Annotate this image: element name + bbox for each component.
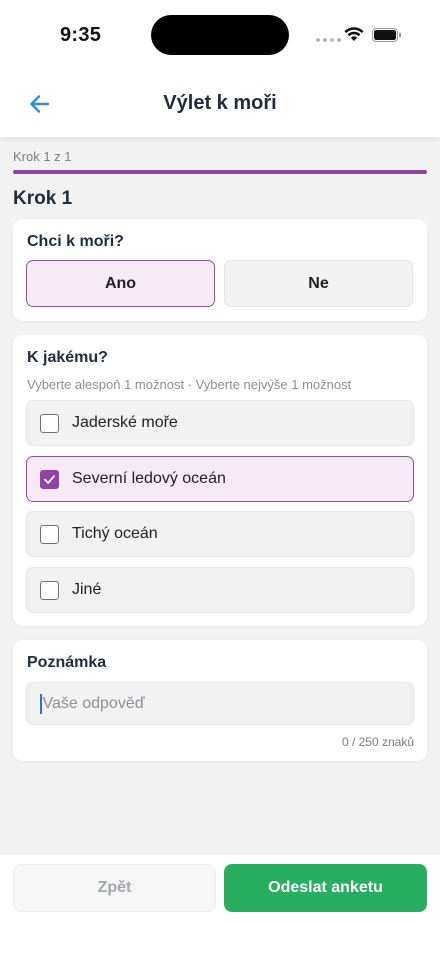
question-card-sea: Chci k moři? Ano Ne	[13, 219, 427, 321]
back-button[interactable]: Zpět	[13, 864, 216, 912]
question-title: Poznámka	[27, 654, 107, 671]
answer-yes-button[interactable]: Ano	[26, 260, 215, 307]
question-title: Chci k moři?	[27, 233, 124, 250]
dynamic-island	[151, 15, 289, 55]
battery-icon	[372, 28, 401, 42]
char-counter: 0 / 250 znaků	[341, 735, 414, 749]
step-title: Krok 1	[13, 188, 73, 209]
step-counter: Krok 1 z 1	[13, 149, 72, 164]
submit-survey-button[interactable]: Odeslat anketu	[224, 864, 427, 912]
question-card-note: Poznámka Vaše odpověď 0 / 250 znaků	[13, 640, 427, 761]
option-label: Jiné	[72, 581, 102, 598]
status-bar: 9:35	[0, 0, 440, 70]
checkmark-icon	[44, 474, 55, 484]
answer-no-button[interactable]: Ne	[224, 260, 413, 307]
cellular-signal-icon	[316, 38, 341, 42]
question-title: K jakému?	[27, 349, 108, 366]
question-card-which-sea: K jakému? Vyberte alespoň 1 možnost · Vy…	[13, 335, 427, 626]
text-caret	[40, 693, 42, 714]
checkbox[interactable]	[40, 413, 59, 433]
checkbox[interactable]	[40, 580, 59, 600]
note-placeholder: Vaše odpověď	[42, 694, 145, 712]
checkbox[interactable]	[40, 524, 59, 544]
option-label: Severní ledový oceán	[72, 470, 226, 487]
option-tichy-ocean[interactable]: Tichý oceán	[26, 511, 414, 557]
checkbox-checked[interactable]	[40, 469, 59, 489]
option-severni-ledovy-ocean[interactable]: Severní ledový oceán	[26, 456, 414, 502]
wifi-icon	[344, 27, 364, 41]
option-label: Jaderské moře	[72, 414, 178, 431]
question-hint: Vyberte alespoň 1 možnost · Vyberte nejv…	[27, 377, 352, 392]
nav-header: Výlet k moři	[0, 70, 440, 138]
footer-bar: Zpět Odeslat anketu	[0, 853, 440, 957]
option-jaderske-more[interactable]: Jaderské moře	[26, 400, 414, 446]
option-label: Tichý oceán	[72, 525, 158, 542]
page-title: Výlet k moři	[163, 92, 277, 114]
progress-bar-fill	[13, 170, 427, 174]
note-input[interactable]: Vaše odpověď	[26, 682, 414, 725]
progress-bar	[13, 170, 427, 174]
status-time: 9:35	[60, 24, 102, 46]
option-jine[interactable]: Jiné	[26, 567, 414, 613]
